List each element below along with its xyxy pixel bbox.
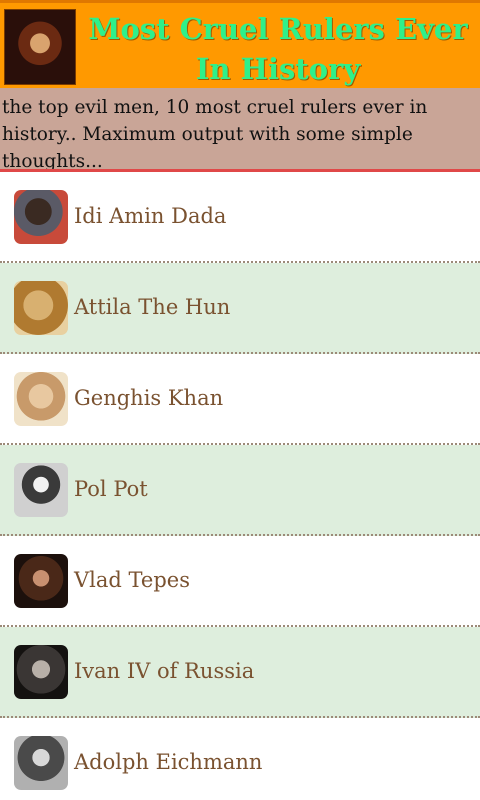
portrait-icon: [14, 736, 68, 790]
portrait-icon: [14, 645, 68, 699]
list-item-label: Genghis Khan: [74, 386, 224, 410]
list-item-label: Idi Amin Dada: [74, 204, 227, 228]
list-item-label: Ivan IV of Russia: [74, 659, 255, 683]
app-header: Most Cruel Rulers Ever In History: [0, 0, 480, 88]
rulers-list: Idi Amin Dada Attila The Hun Genghis Kha…: [0, 172, 480, 800]
list-item-attila-the-hun[interactable]: Attila The Hun: [0, 263, 480, 354]
list-item-pol-pot[interactable]: Pol Pot: [0, 445, 480, 536]
page-title: Most Cruel Rulers Ever In History: [88, 12, 468, 86]
list-item-ivan-iv-of-russia[interactable]: Ivan IV of Russia: [0, 627, 480, 718]
list-item-label: Vlad Tepes: [74, 568, 190, 592]
list-item-genghis-khan[interactable]: Genghis Khan: [0, 354, 480, 445]
list-item-idi-amin-dada[interactable]: Idi Amin Dada: [0, 172, 480, 263]
portrait-icon: [14, 372, 68, 426]
list-item-label: Attila The Hun: [74, 295, 231, 319]
portrait-icon: [14, 190, 68, 244]
list-item-vlad-tepes[interactable]: Vlad Tepes: [0, 536, 480, 627]
list-item-adolph-eichmann[interactable]: Adolph Eichmann: [0, 718, 480, 800]
description-text: the top evil men, 10 most cruel rulers e…: [0, 88, 480, 172]
portrait-icon: [14, 554, 68, 608]
header-portrait-icon: [4, 9, 76, 85]
portrait-icon: [14, 463, 68, 517]
list-item-label: Adolph Eichmann: [74, 750, 263, 774]
list-item-label: Pol Pot: [74, 477, 148, 501]
portrait-icon: [14, 281, 68, 335]
